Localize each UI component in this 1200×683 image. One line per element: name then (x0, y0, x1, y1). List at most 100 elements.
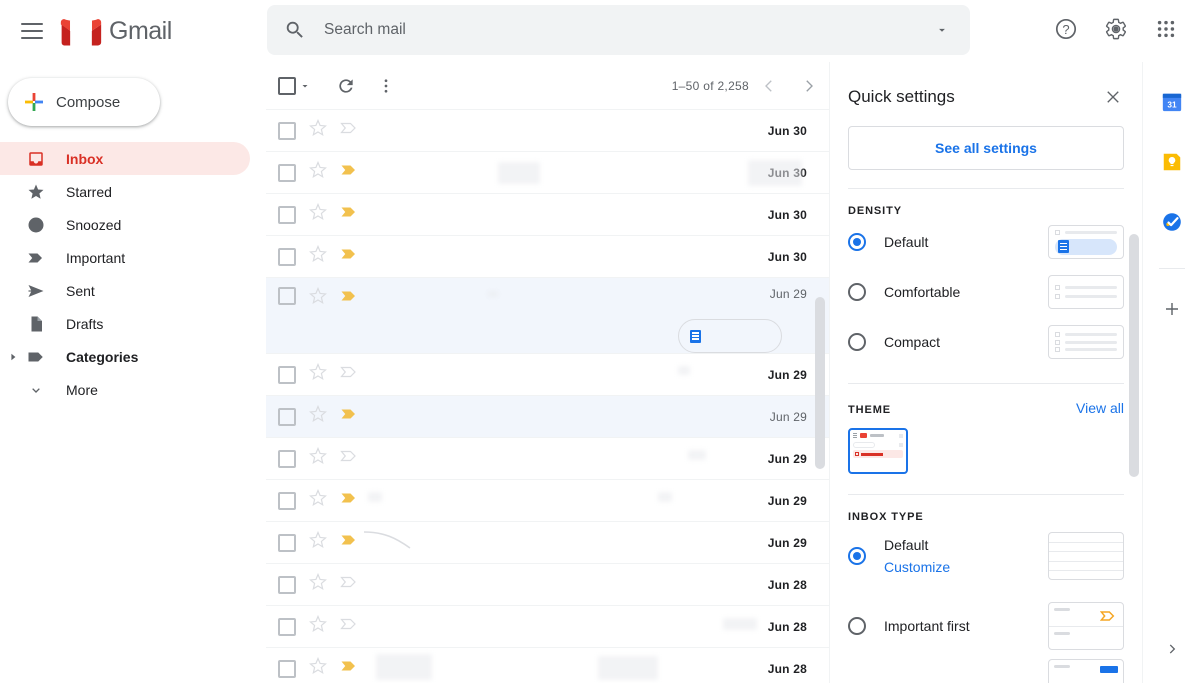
table-row[interactable]: Jun 29 (266, 480, 829, 522)
previous-page-chevron-left-icon[interactable] (749, 66, 789, 106)
table-row[interactable]: Jun 29 (266, 396, 829, 438)
sidebar-item-snoozed[interactable]: Snoozed (0, 208, 250, 241)
important-marker-icon[interactable] (340, 447, 358, 470)
select-all-checkbox[interactable] (278, 77, 296, 95)
refresh-icon[interactable] (326, 66, 366, 106)
add-app-plus-icon[interactable] (1154, 291, 1190, 327)
table-row[interactable]: Jun 30 (266, 110, 829, 152)
row-checkbox[interactable] (278, 366, 296, 384)
row-checkbox[interactable] (278, 248, 296, 266)
table-row[interactable]: Jun 30 (266, 152, 829, 194)
sidebar-item-starred[interactable]: Starred (0, 175, 250, 208)
radio-icon[interactable] (848, 617, 866, 635)
star-icon[interactable] (309, 489, 327, 512)
see-all-settings-button[interactable]: See all settings (848, 126, 1124, 170)
gmail-logo[interactable]: Gmail (60, 16, 172, 47)
customize-link[interactable]: Customize (884, 559, 1048, 575)
message-list-scrollbar[interactable] (815, 297, 825, 469)
important-marker-icon[interactable] (340, 531, 358, 554)
important-marker-icon[interactable] (340, 363, 358, 386)
table-row[interactable]: Jun 29 (266, 278, 829, 354)
inbox-type-option-unread-first[interactable] (848, 663, 1124, 683)
search-options-chevron-down-icon[interactable] (920, 8, 964, 52)
search-bar[interactable] (267, 5, 970, 55)
star-icon[interactable] (309, 287, 327, 310)
view-all-themes-link[interactable]: View all (1076, 400, 1124, 416)
important-marker-icon[interactable] (340, 615, 358, 638)
sidebar-item-important[interactable]: Important (0, 241, 250, 274)
density-option-compact[interactable]: Compact (848, 317, 1124, 367)
table-row[interactable]: Jun 30 (266, 194, 829, 236)
table-row[interactable]: Jun 29 (266, 522, 829, 564)
table-row[interactable]: Jun 28 (266, 564, 829, 606)
main-menu-icon[interactable] (10, 9, 54, 53)
important-marker-icon[interactable] (340, 161, 358, 184)
sidebar-item-more[interactable]: More (0, 373, 250, 406)
expand-side-panel-chevron-right-icon[interactable] (1154, 631, 1190, 667)
google-calendar-icon[interactable]: 31 (1154, 84, 1190, 120)
inbox-important-first-preview[interactable] (1048, 602, 1124, 650)
row-checkbox[interactable] (278, 576, 296, 594)
google-keep-icon[interactable] (1154, 144, 1190, 180)
google-tasks-icon[interactable] (1154, 204, 1190, 240)
star-icon[interactable] (309, 405, 327, 428)
row-checkbox[interactable] (278, 618, 296, 636)
row-checkbox[interactable] (278, 492, 296, 510)
density-option-comfortable[interactable]: Comfortable (848, 267, 1124, 317)
row-checkbox[interactable] (278, 660, 296, 678)
select-all-chevron-down-icon[interactable] (296, 77, 314, 95)
star-icon[interactable] (309, 203, 327, 226)
important-marker-icon[interactable] (340, 287, 358, 310)
apps-grid-icon[interactable] (1142, 5, 1190, 53)
gear-icon[interactable] (1092, 5, 1140, 53)
star-icon[interactable] (309, 531, 327, 554)
sidebar-item-drafts[interactable]: Drafts (0, 307, 250, 340)
more-vertical-icon[interactable] (366, 66, 406, 106)
row-checkbox[interactable] (278, 408, 296, 426)
radio-icon[interactable] (848, 333, 866, 351)
table-row[interactable]: Jun 29 (266, 354, 829, 396)
radio-icon[interactable] (848, 233, 866, 251)
attachment-chip[interactable] (678, 319, 782, 353)
important-marker-icon[interactable] (340, 203, 358, 226)
important-marker-icon[interactable] (340, 573, 358, 596)
star-icon[interactable] (309, 573, 327, 596)
star-icon[interactable] (309, 615, 327, 638)
sidebar-item-sent[interactable]: Sent (0, 274, 250, 307)
help-icon[interactable]: ? (1042, 5, 1090, 53)
triangle-right-icon[interactable] (8, 352, 18, 362)
table-row[interactable]: Jun 28 (266, 648, 829, 683)
density-compact-preview[interactable] (1048, 325, 1124, 359)
inbox-default-preview[interactable] (1048, 532, 1124, 580)
inbox-type-option-important-first[interactable]: Important first (848, 589, 1124, 663)
star-icon[interactable] (309, 447, 327, 470)
quick-settings-scrollbar[interactable] (1129, 234, 1139, 477)
density-default-preview[interactable] (1048, 225, 1124, 259)
important-marker-icon[interactable] (340, 657, 358, 680)
inbox-unread-first-preview[interactable] (1048, 659, 1124, 683)
important-marker-icon[interactable] (340, 119, 358, 142)
search-input[interactable] (324, 21, 920, 39)
table-row[interactable]: Jun 30 (266, 236, 829, 278)
star-icon[interactable] (309, 161, 327, 184)
sidebar-item-categories[interactable]: Categories (0, 340, 250, 373)
density-option-default[interactable]: Default (848, 217, 1124, 267)
density-comfortable-preview[interactable] (1048, 275, 1124, 309)
row-checkbox[interactable] (278, 450, 296, 468)
star-icon[interactable] (309, 657, 327, 680)
row-checkbox[interactable] (278, 287, 296, 305)
next-page-chevron-right-icon[interactable] (789, 66, 829, 106)
row-checkbox[interactable] (278, 164, 296, 182)
star-icon[interactable] (309, 119, 327, 142)
important-marker-icon[interactable] (340, 245, 358, 268)
sidebar-item-inbox[interactable]: Inbox (0, 142, 250, 175)
star-icon[interactable] (309, 245, 327, 268)
row-checkbox[interactable] (278, 534, 296, 552)
table-row[interactable]: Jun 28 (266, 606, 829, 648)
radio-icon[interactable] (848, 283, 866, 301)
row-checkbox[interactable] (278, 122, 296, 140)
theme-preview-default[interactable] (848, 428, 908, 474)
close-icon[interactable] (1098, 82, 1128, 112)
table-row[interactable]: Jun 29 (266, 438, 829, 480)
compose-button[interactable]: Compose (8, 78, 160, 126)
